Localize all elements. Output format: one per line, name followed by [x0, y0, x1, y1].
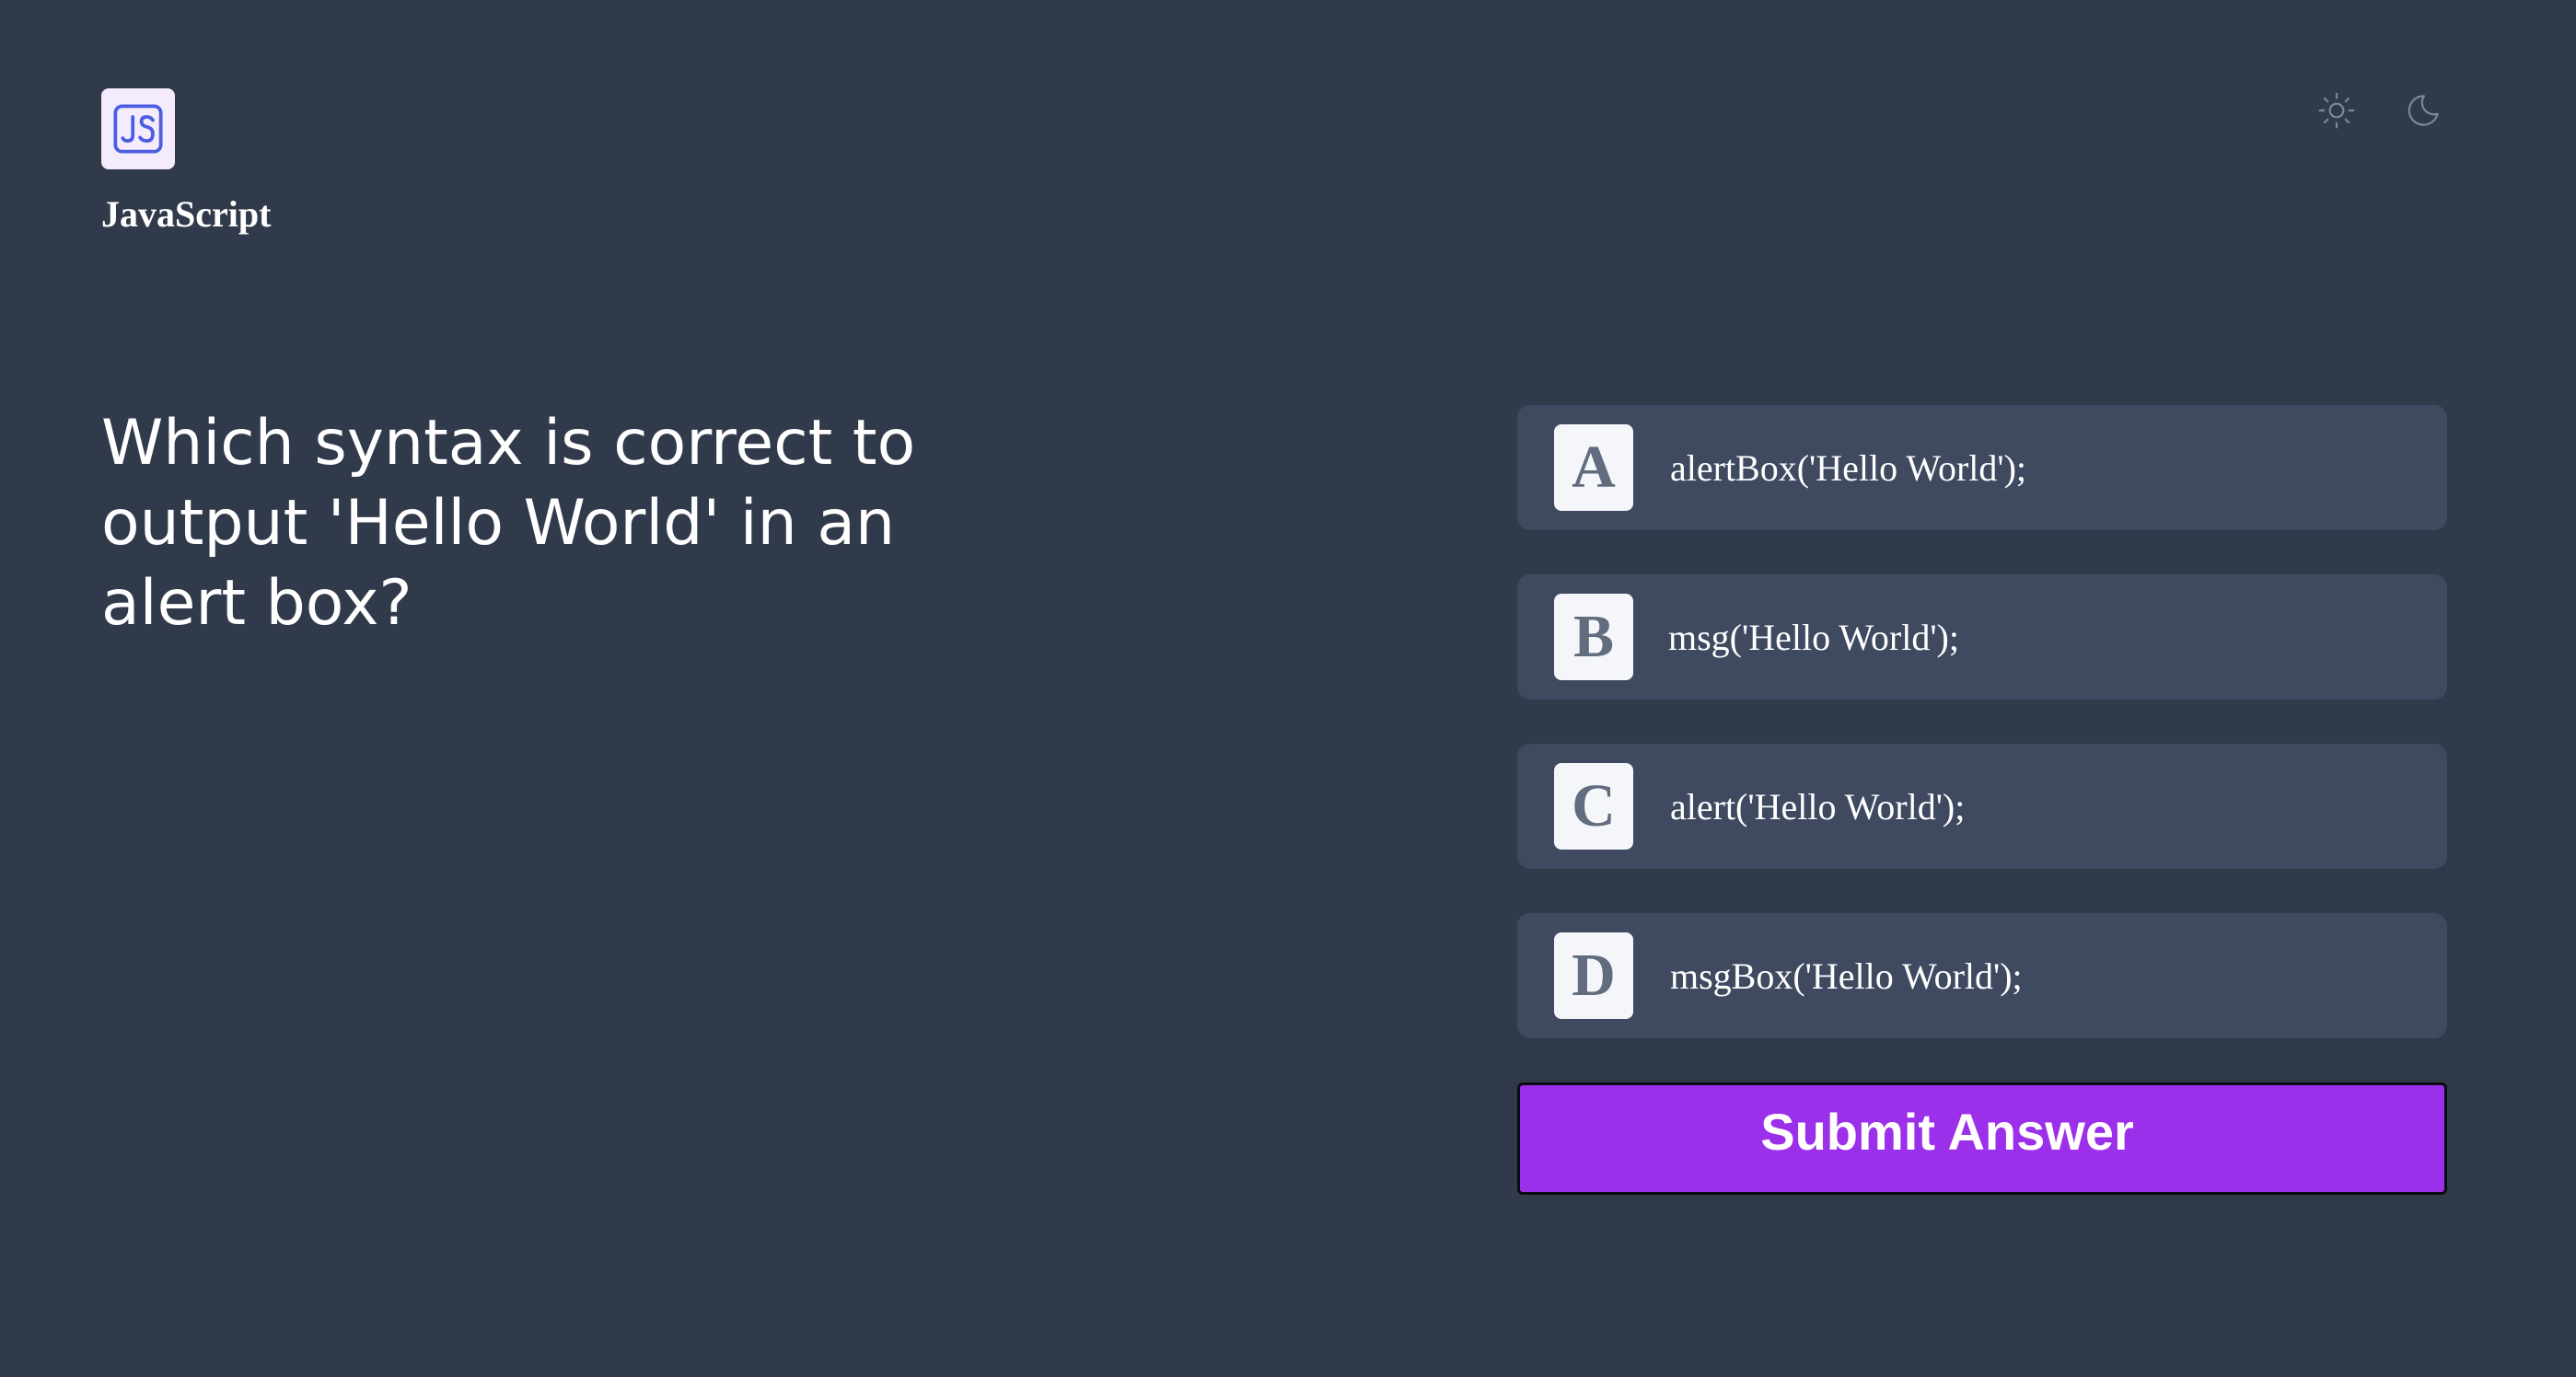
option-text-a: alertBox('Hello World');: [1670, 446, 2027, 489]
option-letter-a: A: [1554, 424, 1633, 511]
option-text-c: alert('Hello World');: [1670, 785, 1966, 827]
js-logo-svg: [113, 104, 163, 154]
sun-icon[interactable]: [2315, 88, 2359, 133]
answer-option-d[interactable]: D msgBox('Hello World');: [1517, 913, 2447, 1038]
subject-title: JavaScript: [101, 193, 272, 235]
js-logo-icon: [101, 88, 175, 169]
option-text-d: msgBox('Hello World');: [1670, 955, 2023, 997]
answer-options: A alertBox('Hello World'); B msg('Hello …: [1517, 405, 2447, 1082]
answer-option-b[interactable]: B msg('Hello World');: [1517, 574, 2447, 700]
option-letter-d: D: [1554, 932, 1633, 1019]
option-letter-b: B: [1554, 594, 1633, 680]
answer-option-a[interactable]: A alertBox('Hello World');: [1517, 405, 2447, 530]
option-text-b: msg('Hello World');: [1668, 616, 1959, 658]
question-text: Which syntax is correct to output 'Hello…: [101, 407, 916, 640]
submit-answer-button[interactable]: Submit Answer: [1517, 1082, 2447, 1195]
option-letter-c: C: [1554, 763, 1633, 850]
moon-icon[interactable]: [2401, 88, 2445, 133]
answer-option-c[interactable]: C alert('Hello World');: [1517, 744, 2447, 869]
